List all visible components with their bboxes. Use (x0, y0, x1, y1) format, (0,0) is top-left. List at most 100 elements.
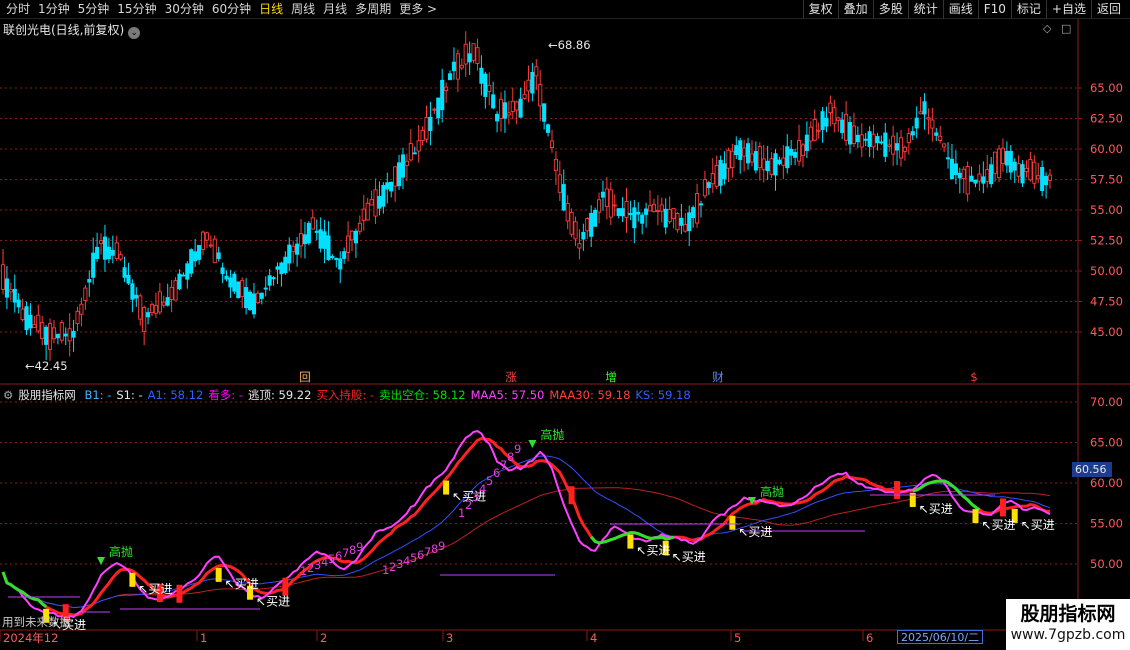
period-tab[interactable]: 多周期 (351, 0, 395, 19)
candle-up (365, 202, 370, 221)
candle-down (110, 249, 115, 256)
candle-down (491, 94, 496, 109)
candle-down (546, 124, 551, 133)
toolbar-action-button[interactable]: 复权 (802, 0, 838, 19)
candle-down (318, 229, 323, 249)
candle-up (471, 43, 476, 61)
period-tab[interactable]: 30分钟 (161, 0, 208, 19)
candle-up (522, 93, 527, 99)
candle-up (118, 254, 123, 260)
indicator-name[interactable]: 股朋指标网 (18, 388, 76, 402)
toolbar-action-button[interactable]: +自选 (1045, 0, 1091, 19)
candle-down (247, 291, 253, 311)
candle-up (373, 189, 378, 217)
main-chart-title[interactable]: 联创光电(日线,前复权) ⌄ (3, 21, 141, 39)
time-axis-label: 1 (200, 631, 207, 645)
candle-down (777, 159, 782, 165)
period-tab[interactable]: 分时 (2, 0, 34, 19)
toolbar-action-button[interactable]: 统计 (907, 0, 943, 19)
indicator-field: KS: 59.18 (635, 388, 691, 402)
candle-down (447, 73, 453, 81)
candle-up (463, 43, 468, 65)
period-tab[interactable]: 5分钟 (74, 0, 114, 19)
candle-down (326, 235, 331, 260)
candle-up (444, 86, 449, 91)
candle-up (59, 322, 64, 341)
indicator-values: B1: - S1: - A1: 58.12 看多: - 逃顶: 59.22 买入持股: -… (84, 388, 695, 402)
candle-up (1016, 163, 1021, 177)
candle-down (593, 209, 598, 227)
toolbar-action-button[interactable]: 叠加 (837, 0, 873, 19)
candle-up (208, 244, 213, 247)
candle-up (534, 66, 539, 77)
diamond-icon[interactable]: ◇ (1043, 22, 1051, 35)
candle-up (871, 133, 876, 148)
candle-up (812, 119, 817, 141)
candle-down (495, 113, 500, 122)
candle-up (357, 222, 362, 232)
candle-up (808, 126, 813, 142)
candle-up (926, 117, 931, 120)
chart-tools[interactable]: ◇ □ (1043, 22, 1071, 35)
candle-up (526, 79, 531, 92)
period-tab[interactable]: 月线 (319, 0, 351, 19)
candle-down (122, 267, 127, 278)
period-tab[interactable]: 15分钟 (113, 0, 160, 19)
y-axis-label: 65.00 (1090, 81, 1123, 95)
window-icon[interactable]: □ (1061, 22, 1071, 35)
toolbar-action-button[interactable]: 画线 (942, 0, 978, 19)
toolbar-action-button[interactable]: 标记 (1010, 0, 1046, 19)
candle-up (961, 168, 966, 179)
candle-up (683, 223, 688, 232)
candle-down (232, 273, 237, 292)
toolbar-action-button[interactable]: 返回 (1090, 0, 1126, 19)
candle-up (667, 209, 672, 223)
candle-down (181, 274, 186, 277)
period-tab[interactable]: 60分钟 (208, 0, 255, 19)
candle-down (600, 191, 606, 198)
candle-down (193, 251, 198, 262)
indicator-field: 卖出空仓: 58.12 (379, 388, 466, 402)
candle-up (67, 328, 72, 342)
candle-down (479, 67, 484, 84)
buy-signal-label: ↖买进 (981, 518, 1015, 532)
candle-down (620, 208, 625, 217)
period-tab[interactable]: 1分钟 (34, 0, 74, 19)
indicator-field: B1: - (84, 388, 112, 402)
time-axis-label: 4 (590, 631, 597, 645)
toolbar-action-button[interactable]: 多股 (872, 0, 908, 19)
candle-up (291, 245, 296, 253)
toolbar-action-button[interactable]: F10 (977, 0, 1011, 19)
y-axis-label: 62.50 (1090, 112, 1123, 126)
buy-signal-label: ↖买进 (1021, 518, 1055, 532)
candle-down (220, 267, 225, 275)
candle-up (647, 205, 653, 212)
period-tab[interactable]: 周线 (287, 0, 319, 19)
kline-chart[interactable]: 65.00 62.50 60.00 57.50 55.00 52.50 50.00 47.50… (0, 19, 1130, 650)
candle-up (695, 193, 700, 224)
candle-down (953, 163, 958, 176)
candle-up (298, 233, 304, 247)
chevron-down-icon[interactable]: ⌄ (128, 27, 141, 39)
candle-up (702, 179, 707, 197)
candle-up (114, 242, 119, 260)
green-trend-segment (1, 571, 48, 608)
candle-up (36, 314, 41, 332)
candle-down (185, 263, 190, 280)
candle-up (659, 204, 664, 212)
period-tabs: 分时 1分钟 5分钟 15分钟 30分钟 60分钟 日线 周线 月线 多周期 更多 > (2, 0, 441, 19)
candle-up (1000, 147, 1005, 165)
period-tab[interactable]: 日线 (255, 0, 287, 19)
settings-gear-icon[interactable]: ⚙ (3, 388, 13, 402)
candle-up (985, 169, 990, 182)
candle-up (671, 208, 676, 220)
candle-up (173, 280, 178, 301)
candle-down (412, 152, 417, 155)
candle-down (734, 145, 739, 156)
candle-down (267, 275, 272, 286)
indicator-axis-label: 65.00 (1090, 436, 1123, 450)
period-tab[interactable]: 更多 > (395, 0, 441, 19)
candle-up (549, 140, 555, 148)
candle-up (455, 53, 460, 80)
candle-down (722, 163, 727, 180)
